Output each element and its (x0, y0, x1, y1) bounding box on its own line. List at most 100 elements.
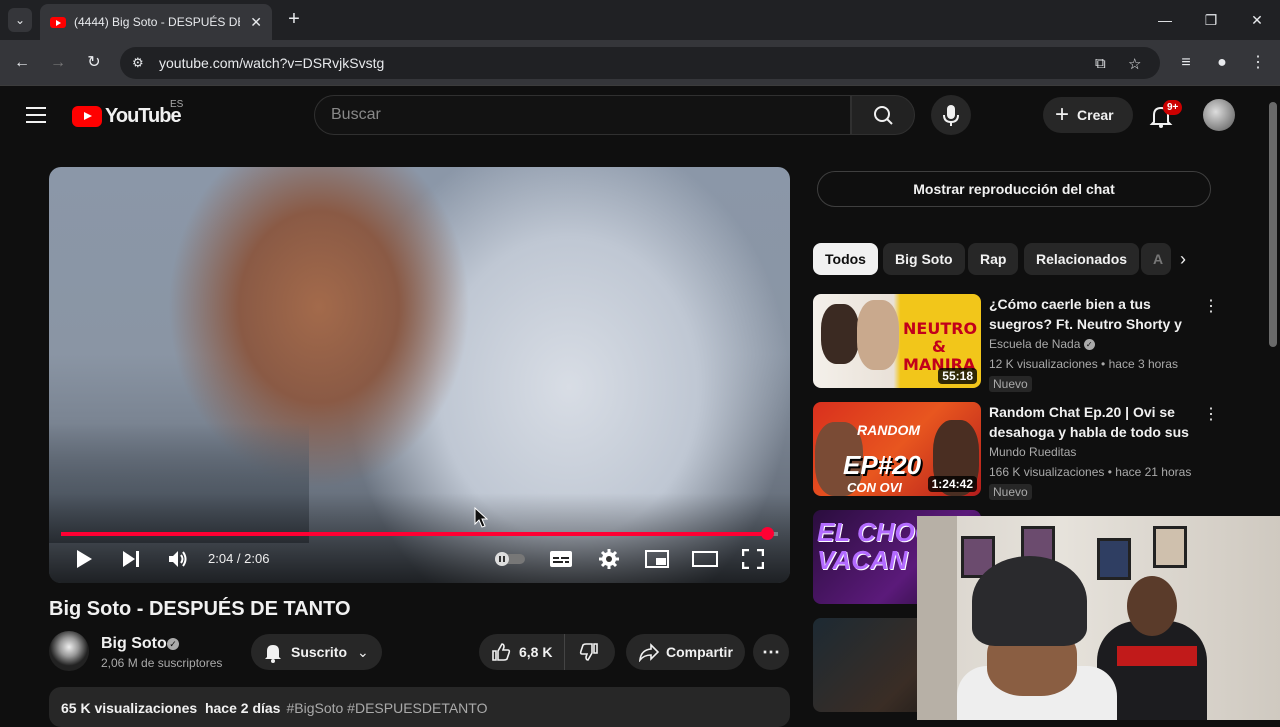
chip-todos[interactable]: Todos (813, 243, 878, 275)
video-thumbnail[interactable]: NEUTRO & MANIRA 55:18 (813, 294, 981, 388)
bookmark-star-icon[interactable]: ☆ (1128, 55, 1141, 73)
mouse-cursor-icon (474, 507, 488, 528)
browser-toolbar: ← → ↻ ⚙ youtube.com/watch?v=DSRvjkSvstg … (0, 40, 1280, 86)
bell-icon (265, 645, 281, 663)
like-button[interactable]: 6,8 K (479, 634, 565, 670)
channel-avatar[interactable] (49, 631, 89, 671)
more-actions-button[interactable]: ⋯ (753, 634, 789, 670)
youtube-logo[interactable]: YouTube ES (72, 99, 183, 128)
description-box[interactable]: 65 K visualizaciones hace 2 días #BigSoto… (49, 687, 790, 727)
fullscreen-icon (742, 549, 764, 569)
show-chat-replay-button[interactable]: Mostrar reproducción del chat (817, 171, 1211, 207)
next-button[interactable] (116, 547, 146, 571)
recommendation-title[interactable]: Random Chat Ep.20 | Ovi se desahoga y ha… (989, 402, 1189, 442)
dislike-button[interactable] (565, 634, 613, 670)
webcam-overlay (917, 516, 1280, 720)
subscriber-count: 2,06 M de suscriptores (101, 656, 223, 670)
controls-gradient (49, 493, 790, 583)
tab-search-chevron-icon[interactable]: ⌄ (8, 8, 32, 32)
thumbs-up-icon (492, 643, 511, 661)
browser-menu-icon[interactable]: ⋮ (1246, 51, 1270, 75)
tab-title: (4444) Big Soto - DESPUÉS DE TANTO (74, 15, 240, 29)
plus-icon: + (1055, 101, 1070, 128)
thumbnail-text: EP#20 (843, 450, 922, 480)
thumbnail-text-top: RANDOM (857, 422, 920, 438)
search-input[interactable] (331, 106, 811, 124)
recommendation-channel[interactable]: Escuela de Nada ✓ (989, 337, 1095, 351)
theater-mode-button[interactable] (690, 547, 720, 571)
recommendation-meta: 12 K visualizaciones • hace 3 horas (989, 357, 1178, 371)
chevron-right-icon[interactable]: › (1180, 249, 1186, 270)
thumbs-down-icon (579, 643, 598, 661)
subscribed-label: Suscrito (291, 644, 348, 660)
next-icon (123, 551, 139, 567)
chip-big-soto[interactable]: Big Soto (883, 243, 965, 275)
recommendation-item[interactable]: NEUTRO & MANIRA 55:18 ¿Cómo caerle bien … (813, 294, 1219, 392)
recommendation-item[interactable]: RANDOM EP#20 CON OVI 1:24:42 Random Chat… (813, 402, 1219, 500)
more-vertical-icon[interactable]: ⋮ (1203, 296, 1219, 316)
video-player[interactable]: 2:04 / 2:06 (49, 167, 790, 583)
miniplayer-button[interactable] (642, 547, 672, 571)
progress-bar[interactable] (61, 527, 778, 540)
new-tab-icon[interactable]: + (282, 8, 306, 32)
address-bar[interactable]: ⚙ youtube.com/watch?v=DSRvjkSvstg ⧉ ☆ (120, 47, 1160, 79)
voice-search-button[interactable] (931, 95, 971, 135)
verified-check-icon: ✓ (1083, 339, 1095, 351)
channel-name[interactable]: Big Soto (101, 635, 167, 653)
search-button[interactable] (851, 95, 915, 135)
chip-relacionados[interactable]: Relacionados (1024, 243, 1140, 275)
volume-button[interactable] (163, 547, 193, 571)
reload-icon[interactable]: ↻ (82, 51, 106, 75)
share-label: Compartir (666, 644, 733, 660)
share-button[interactable]: Compartir (626, 634, 745, 670)
subscribed-button[interactable]: Suscrito ⌄ (251, 634, 382, 670)
webcam-door (917, 516, 957, 720)
recommendation-title[interactable]: ¿Cómo caerle bien a tus suegros? Ft. Neu… (989, 294, 1189, 334)
subtitles-button[interactable] (546, 547, 576, 571)
hashtags[interactable]: #BigSoto #DESPUESDETANTO (286, 700, 487, 716)
chip-partial[interactable]: A (1141, 243, 1171, 275)
hamburger-menu-icon[interactable] (26, 107, 46, 123)
country-code: ES (170, 99, 184, 110)
tab-close-icon[interactable]: ✕ (250, 14, 262, 31)
install-app-icon[interactable]: ⧉ (1095, 55, 1106, 72)
media-controls-icon[interactable]: ≡ (1174, 51, 1198, 75)
theater-mode-icon (692, 551, 718, 567)
browser-tab-bar: ⌄ (4444) Big Soto - DESPUÉS DE TANTO ✕ +… (0, 0, 1280, 40)
person-left-cap (972, 556, 1087, 646)
youtube-favicon-icon (50, 16, 66, 28)
close-window-icon[interactable]: ✕ (1242, 8, 1272, 32)
more-horizontal-icon: ⋯ (762, 641, 780, 662)
settings-button[interactable] (594, 547, 624, 571)
back-icon[interactable]: ← (10, 51, 34, 75)
play-icon (77, 550, 92, 568)
recommendation-channel[interactable]: Mundo Rueditas (989, 445, 1076, 459)
wall-frame (1153, 526, 1187, 568)
share-icon (638, 643, 660, 662)
notification-badge: 9+ (1163, 100, 1183, 115)
person-right-stripe (1117, 646, 1197, 666)
minimize-icon[interactable]: — (1150, 8, 1180, 32)
progress-scrubber[interactable] (760, 527, 774, 540)
url-text: youtube.com/watch?v=DSRvjkSvstg (159, 55, 385, 71)
fullscreen-button[interactable] (738, 547, 768, 571)
video-thumbnail[interactable]: RANDOM EP#20 CON OVI 1:24:42 (813, 402, 981, 496)
forward-icon[interactable]: → (46, 51, 70, 75)
site-info-icon[interactable]: ⚙ (132, 55, 148, 71)
restore-icon[interactable]: ❐ (1196, 8, 1226, 32)
play-button[interactable] (69, 547, 99, 571)
browser-tab[interactable]: (4444) Big Soto - DESPUÉS DE TANTO ✕ (40, 4, 272, 40)
more-vertical-icon[interactable]: ⋮ (1203, 404, 1219, 424)
autoplay-toggle[interactable] (493, 547, 527, 571)
create-label: Crear (1077, 107, 1114, 123)
account-avatar[interactable] (1203, 99, 1235, 131)
new-badge: Nuevo (989, 484, 1032, 500)
chip-rap[interactable]: Rap (968, 243, 1019, 275)
chevron-down-icon: ⌄ (357, 643, 369, 660)
youtube-header: YouTube ES + Crear 9+ (0, 87, 1266, 143)
create-button[interactable]: + Crear (1043, 97, 1133, 133)
profile-icon[interactable]: ● (1210, 51, 1234, 75)
person-right-head (1127, 576, 1177, 636)
thumbnail-text-bottom: CON OVI (847, 480, 902, 495)
scrollbar-thumb[interactable] (1269, 102, 1277, 347)
